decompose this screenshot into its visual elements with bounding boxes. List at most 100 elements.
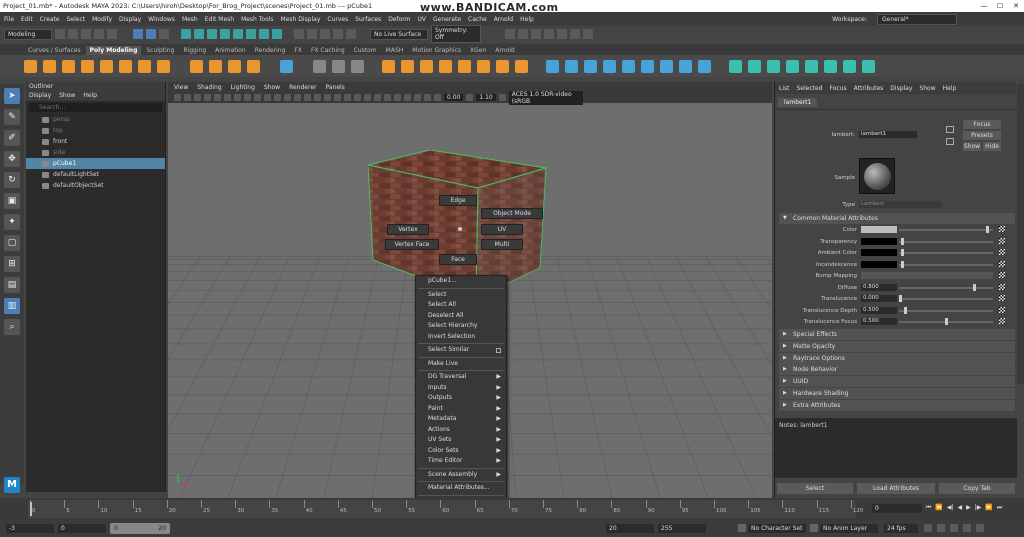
- rotate-tool-icon[interactable]: ↻: [4, 172, 20, 188]
- context-menu-outputs[interactable]: Outputs ▶: [416, 393, 506, 404]
- shelf-tab-poly-modeling[interactable]: Poly Modeling: [85, 46, 142, 55]
- symmetry-dropdown[interactable]: Symmetry: Off: [431, 25, 481, 43]
- default-material-icon[interactable]: [304, 94, 311, 101]
- context-menu-color-sets[interactable]: Color Sets ▶: [416, 446, 506, 457]
- select-object-icon[interactable]: [146, 29, 156, 39]
- context-menu-material-attributes[interactable]: Material Attributes...: [416, 483, 506, 494]
- gamma-icon[interactable]: [466, 94, 474, 101]
- pick-mask-icon[interactable]: [220, 29, 230, 39]
- map-button-icon[interactable]: [999, 272, 1005, 278]
- slider-handle[interactable]: [900, 249, 904, 256]
- fps-dropdown[interactable]: 24 fps: [884, 524, 918, 533]
- step-forward-key-icon[interactable]: ⏩: [985, 504, 992, 512]
- poly-cube-icon[interactable]: [43, 59, 56, 73]
- motion-blur-icon[interactable]: [364, 94, 371, 101]
- poly-cylinder-icon[interactable]: [62, 59, 75, 73]
- menu-surfaces[interactable]: Surfaces: [355, 16, 381, 23]
- shelf-tab-mash[interactable]: MASH: [382, 46, 408, 55]
- snap-point-icon[interactable]: [320, 29, 330, 39]
- context-menu-select-all[interactable]: Select All: [416, 300, 506, 311]
- extrude-icon[interactable]: [401, 59, 414, 73]
- delete-history-icon[interactable]: [862, 59, 875, 73]
- marking-menu-edge[interactable]: Edge: [439, 195, 477, 206]
- character-set-icon[interactable]: [738, 524, 746, 532]
- viewport-panel[interactable]: View Shading Lighting Show Renderer Panels 0.…: [168, 82, 772, 498]
- attr-slider-diffuse[interactable]: [899, 286, 993, 289]
- attr-menu-display[interactable]: Display: [890, 85, 912, 92]
- center-pivot-icon[interactable]: [824, 59, 837, 73]
- camera-icon[interactable]: [174, 94, 181, 101]
- quad-draw-icon[interactable]: [515, 59, 528, 73]
- minimize-button[interactable]: —: [976, 0, 992, 12]
- select-hierarchy-icon[interactable]: [133, 29, 143, 39]
- focus-button[interactable]: Focus: [963, 120, 1001, 129]
- live-surface-field[interactable]: No Live Surface: [370, 28, 428, 40]
- viewport-menu-lighting[interactable]: Lighting: [231, 84, 255, 91]
- context-menu-paint[interactable]: Paint ▶: [416, 404, 506, 415]
- input-output-icon[interactable]: [946, 126, 954, 133]
- poly-sphere-icon[interactable]: [24, 59, 37, 73]
- go-to-end-icon[interactable]: ⏭: [997, 504, 1002, 512]
- go-to-start-icon[interactable]: ⏮: [926, 504, 931, 512]
- menu-windows[interactable]: Windows: [148, 16, 175, 23]
- menu-edit-mesh[interactable]: Edit Mesh: [205, 16, 234, 23]
- soften-edge-icon[interactable]: [729, 59, 742, 73]
- animation-end-field[interactable]: 255: [658, 524, 706, 533]
- viewport-menu-panels[interactable]: Panels: [325, 84, 344, 91]
- menu-edit[interactable]: Edit: [21, 16, 33, 23]
- xray-components-icon[interactable]: [424, 94, 431, 101]
- section-matte-opacity[interactable]: Matte Opacity: [779, 340, 1015, 352]
- menu-display[interactable]: Display: [119, 16, 141, 23]
- outliner-menu-display[interactable]: Display: [29, 91, 51, 101]
- slider-handle[interactable]: [972, 283, 976, 291]
- attr-menu-help[interactable]: Help: [943, 85, 957, 92]
- attr-swatch-incandescence[interactable]: [861, 260, 897, 268]
- multisample-aa-icon[interactable]: [374, 94, 381, 101]
- shelf-tab-curves-surfaces[interactable]: Curves / Surfaces: [24, 46, 85, 55]
- select-button[interactable]: Select: [777, 483, 853, 494]
- exposure-icon[interactable]: [434, 94, 441, 101]
- camera-attributes-icon[interactable]: [184, 94, 191, 101]
- cylindrical-map-icon[interactable]: [584, 59, 597, 73]
- current-frame-field[interactable]: 0: [872, 504, 922, 513]
- section-hardware-shading[interactable]: Hardware Shading: [779, 388, 1015, 399]
- render-settings-icon[interactable]: [531, 29, 541, 39]
- conform-icon[interactable]: [786, 59, 799, 73]
- isolate-select-icon[interactable]: [394, 94, 401, 101]
- multi-cut-icon[interactable]: [458, 59, 471, 73]
- sew-uv-icon[interactable]: [660, 59, 673, 73]
- play-forward-icon[interactable]: ▶: [966, 504, 971, 512]
- gate-mask-icon[interactable]: [244, 94, 251, 101]
- marking-menu-face[interactable]: Face: [439, 254, 477, 265]
- poly-cone-icon[interactable]: [81, 59, 94, 73]
- attr-menu-selected[interactable]: Selected: [797, 85, 823, 92]
- shadows-icon[interactable]: [344, 94, 351, 101]
- close-button[interactable]: ✕: [1008, 0, 1024, 12]
- connect-icon[interactable]: [496, 59, 509, 73]
- shelf-tab-custom[interactable]: Custom: [350, 46, 381, 55]
- cache-icon[interactable]: [976, 524, 984, 532]
- section-uuid[interactable]: UUID: [779, 376, 1015, 388]
- slider-handle[interactable]: [903, 306, 907, 314]
- color-management-icon[interactable]: [498, 94, 506, 101]
- step-back-key-icon[interactable]: ⏪: [935, 504, 942, 512]
- menu-help[interactable]: Help: [520, 16, 534, 23]
- field-chart-icon[interactable]: [254, 94, 261, 101]
- select-component-icon[interactable]: [159, 29, 169, 39]
- context-menu-make-live[interactable]: Make Live: [416, 359, 506, 370]
- attr-slider-transparency[interactable]: [899, 240, 993, 243]
- attr-slider-color[interactable]: [899, 229, 993, 231]
- map-button-icon[interactable]: [999, 260, 1005, 267]
- lasso-tool-icon[interactable]: ✎: [4, 109, 20, 125]
- type-dropdown[interactable]: Lambert: [859, 201, 941, 208]
- menu-uv[interactable]: UV: [418, 16, 427, 23]
- section-common-material-attributes[interactable]: Common Material Attributes: [779, 213, 1015, 224]
- snap-grid-icon[interactable]: [294, 29, 304, 39]
- map-button-icon[interactable]: [999, 237, 1005, 244]
- poly-torus-icon[interactable]: [100, 59, 113, 73]
- slider-handle[interactable]: [986, 226, 990, 233]
- viewport-menu-view[interactable]: View: [174, 84, 188, 91]
- map-button-icon[interactable]: [999, 226, 1005, 232]
- slider-handle[interactable]: [900, 237, 904, 245]
- shelf-tab-rigging[interactable]: Rigging: [179, 46, 210, 55]
